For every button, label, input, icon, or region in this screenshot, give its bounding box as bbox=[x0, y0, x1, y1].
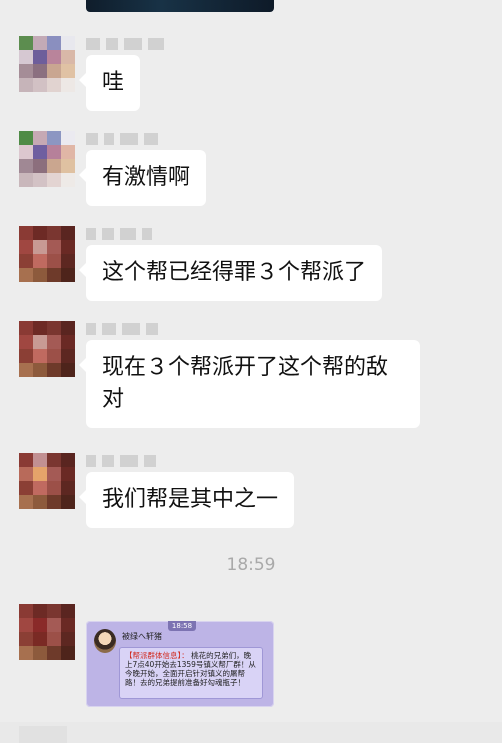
timestamp: 18:59 bbox=[226, 555, 276, 575]
shared-image-avatar bbox=[94, 629, 116, 653]
shared-image[interactable]: 18:58 被绿へ轩猪 【帮派群体信息】： 桃花的兄弟们，晚上7点40开始去13… bbox=[86, 621, 274, 707]
message-bubble[interactable]: 现在３个帮派开了这个帮的敌对 bbox=[79, 340, 420, 428]
sender-name-blurred bbox=[86, 453, 156, 469]
bottom-partial-row bbox=[0, 722, 502, 743]
avatar[interactable] bbox=[19, 131, 75, 187]
message-bubble[interactable]: 有激情啊 bbox=[78, 150, 207, 206]
sender-name-blurred bbox=[86, 321, 158, 337]
message-bubble[interactable]: 哇 bbox=[78, 55, 141, 111]
avatar[interactable] bbox=[19, 36, 75, 92]
sender-name-blurred bbox=[86, 131, 158, 147]
shared-image-top[interactable] bbox=[86, 0, 274, 12]
sender-name-blurred bbox=[86, 36, 164, 52]
avatar[interactable] bbox=[19, 226, 75, 282]
shared-image-message: 【帮派群体信息】： 桃花的兄弟们，晚上7点40开始去1359号镇义帮厂群！从今晚… bbox=[119, 647, 263, 699]
avatar[interactable] bbox=[19, 604, 75, 660]
avatar[interactable] bbox=[19, 321, 75, 377]
shared-image-time: 18:58 bbox=[168, 621, 196, 631]
shared-image-sender: 被绿へ轩猪 bbox=[122, 632, 162, 641]
shared-image-heading: 【帮派群体信息】： bbox=[125, 651, 189, 660]
sender-name-blurred bbox=[86, 226, 152, 242]
message-bubble[interactable]: 我们帮是其中之一 bbox=[78, 472, 295, 528]
avatar-partial bbox=[19, 726, 67, 743]
avatar[interactable] bbox=[19, 453, 75, 509]
message-bubble[interactable]: 这个帮已经得罪３个帮派了 bbox=[78, 245, 383, 301]
